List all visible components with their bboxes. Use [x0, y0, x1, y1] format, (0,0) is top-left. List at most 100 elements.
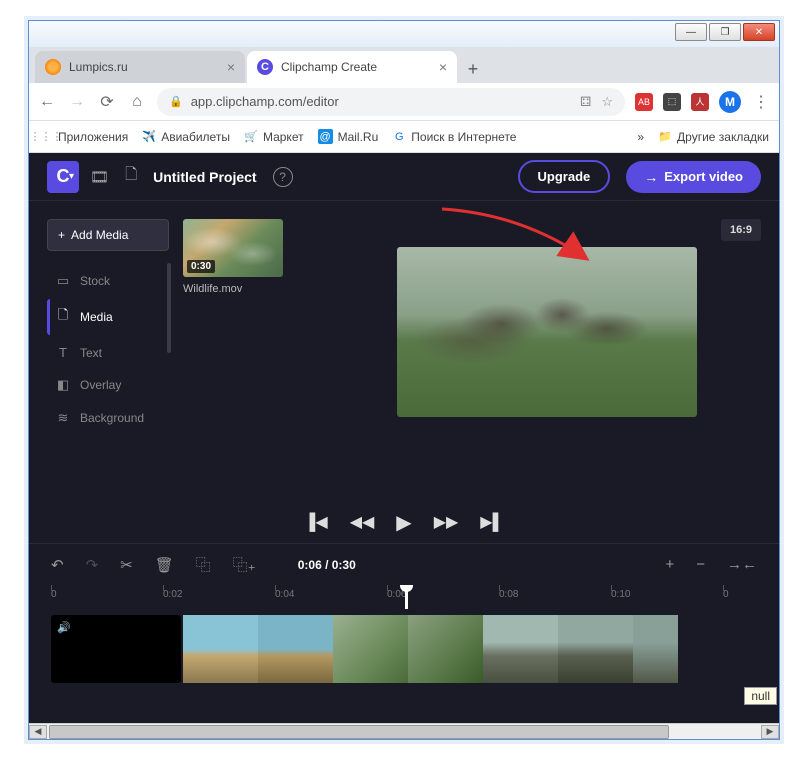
profile-avatar[interactable]: M [719, 91, 741, 113]
scroll-thumb[interactable] [49, 725, 669, 739]
timeline-clip[interactable] [333, 615, 408, 683]
window-titlebar: — ❐ ✕ [29, 21, 779, 47]
app-viewport: C ▾ 🎞 🗋 Untitled Project ? Upgrade Expor… [29, 153, 779, 723]
scroll-right-button[interactable]: ▶ [761, 725, 779, 739]
bookmark-search[interactable]: GПоиск в Интернете [392, 130, 516, 144]
tab-clipchamp[interactable]: C Clipchamp Create × [247, 51, 457, 83]
zoom-in-button[interactable]: + [665, 556, 674, 573]
timeline-ruler[interactable]: 0 0:02 0:04 0:06 0:08 0:10 0 [29, 585, 779, 609]
text-icon: T [55, 345, 71, 360]
forward-icon[interactable]: → [67, 93, 87, 111]
tab-lumpics[interactable]: Lumpics.ru × [35, 51, 245, 83]
tab-title: Lumpics.ru [69, 60, 128, 74]
extension-adblock-icon[interactable]: AB [635, 93, 653, 111]
timeline-clip[interactable] [183, 615, 258, 683]
window-close-button[interactable]: ✕ [743, 23, 775, 41]
sidebar-item-stock[interactable]: ▭Stock [47, 266, 169, 296]
preview-area: 16:9 [317, 219, 779, 501]
reload-icon[interactable]: ⟳ [97, 92, 117, 112]
lumpics-favicon [45, 59, 61, 75]
bookmark-aviatickets[interactable]: ✈️Авиабилеты [142, 130, 230, 144]
timeline-clip[interactable] [483, 615, 558, 683]
apps-bookmark[interactable]: ⋮⋮⋮Приложения [39, 130, 128, 144]
scroll-left-button[interactable]: ◀ [29, 725, 47, 739]
bookmarks-overflow[interactable]: » [637, 130, 644, 144]
media-thumbnail[interactable]: 0:30 [183, 219, 283, 277]
app-header: C ▾ 🎞 🗋 Untitled Project ? Upgrade Expor… [29, 153, 779, 201]
ruler-mark: 0:08 [499, 589, 518, 600]
fast-forward-button[interactable]: ▶▶ [434, 512, 459, 532]
upgrade-button[interactable]: Upgrade [518, 160, 611, 193]
bookmarks-bar: ⋮⋮⋮Приложения ✈️Авиабилеты 🛒Маркет @Mail… [29, 121, 779, 153]
sidebar-item-media[interactable]: 🗋Media [47, 299, 169, 335]
browser-toolbar: ← → ⟳ ⌂ 🔒 app.clipchamp.com/editor ⚃ ☆ A… [29, 83, 779, 121]
media-panel: 0:30 Wildlife.mov [183, 219, 303, 501]
horizontal-scrollbar[interactable]: ◀ ▶ [29, 723, 779, 739]
zoom-out-button[interactable]: − [696, 556, 705, 573]
home-icon[interactable]: ⌂ [127, 93, 147, 111]
document-icon[interactable]: 🗋 [125, 164, 137, 189]
sidebar-item-overlay[interactable]: ◧Overlay [47, 370, 169, 400]
delete-button[interactable]: 🗑 [155, 556, 174, 574]
window-maximize-button[interactable]: ❐ [709, 23, 741, 41]
film-icon[interactable]: 🎞 [90, 168, 109, 186]
sidebar-item-background[interactable]: ≋Background [47, 403, 169, 433]
star-icon[interactable]: ☆ [601, 94, 613, 110]
timeline-clip[interactable] [258, 615, 333, 683]
ruler-mark: 0 [51, 589, 57, 600]
project-title[interactable]: Untitled Project [153, 169, 256, 185]
back-icon[interactable]: ← [37, 93, 57, 111]
menu-icon[interactable]: ⋮ [751, 92, 771, 112]
skip-start-button[interactable]: ▐◀ [304, 512, 328, 532]
close-tab-icon[interactable]: × [227, 59, 235, 75]
extension-icon[interactable]: ⬚ [663, 93, 681, 111]
close-tab-icon[interactable]: × [439, 59, 447, 75]
rewind-button[interactable]: ◀◀ [350, 512, 375, 532]
ruler-mark: 0:02 [163, 589, 182, 600]
export-video-button[interactable]: Export video [626, 161, 761, 193]
timeline-clip[interactable] [558, 615, 633, 683]
ruler-mark: 0:10 [611, 589, 630, 600]
thumbnail-duration: 0:30 [187, 260, 215, 273]
timeline-clip[interactable] [408, 615, 483, 683]
media-icon: 🗋 [55, 306, 71, 328]
sidebar-scrollbar[interactable] [167, 263, 171, 353]
address-bar[interactable]: 🔒 app.clipchamp.com/editor ⚃ ☆ [157, 88, 625, 116]
browser-tab-strip: Lumpics.ru × C Clipchamp Create × + [29, 47, 779, 83]
help-icon[interactable]: ? [273, 167, 293, 187]
new-tab-button[interactable]: + [459, 55, 487, 83]
add-media-button[interactable]: +Add Media [47, 219, 169, 251]
extension-pdf-icon[interactable]: 人 [691, 93, 709, 111]
background-icon: ≋ [55, 410, 71, 426]
playhead[interactable] [405, 585, 408, 609]
plus-icon: + [58, 228, 65, 242]
lock-icon: 🔒 [169, 95, 183, 108]
aspect-ratio-button[interactable]: 16:9 [721, 219, 761, 241]
undo-button[interactable]: ↶ [51, 556, 64, 574]
clipchamp-favicon: C [257, 59, 273, 75]
window-minimize-button[interactable]: — [675, 23, 707, 41]
copy-button[interactable]: ⿻ [196, 554, 211, 575]
timeline-toolbar: ↶ ↷ ✂ 🗑 ⿻ ⿻₊ 0:06 / 0:30 + − →← [29, 543, 779, 585]
clipchamp-logo[interactable]: C [47, 161, 79, 193]
translate-icon[interactable]: ⚃ [580, 94, 591, 110]
split-button[interactable]: ✂ [120, 556, 133, 574]
skip-end-button[interactable]: ▶▌ [480, 512, 504, 532]
sidebar-item-text[interactable]: TText [47, 338, 169, 367]
logo-dropdown-icon[interactable]: ▾ [69, 171, 74, 182]
other-bookmarks[interactable]: 📁Другие закладки [658, 130, 769, 144]
timeline-track[interactable]: 🔊 [29, 609, 779, 689]
video-preview[interactable] [397, 247, 697, 417]
redo-button[interactable]: ↷ [86, 556, 99, 574]
timeline-clip[interactable] [633, 615, 678, 683]
bookmark-market[interactable]: 🛒Маркет [244, 130, 304, 144]
duplicate-button[interactable]: ⿻₊ [233, 554, 256, 575]
sidebar: +Add Media ▭Stock 🗋Media TText ◧Overlay … [47, 219, 169, 501]
zoom-fit-button[interactable]: →← [727, 556, 757, 573]
play-button[interactable]: ▶ [396, 510, 411, 535]
overlay-icon: ◧ [55, 377, 71, 393]
bookmark-mailru[interactable]: @Mail.Ru [318, 129, 379, 144]
audio-track-slot[interactable]: 🔊 [51, 615, 181, 683]
ruler-mark: 0:04 [275, 589, 294, 600]
audio-icon: 🔊 [57, 621, 71, 634]
